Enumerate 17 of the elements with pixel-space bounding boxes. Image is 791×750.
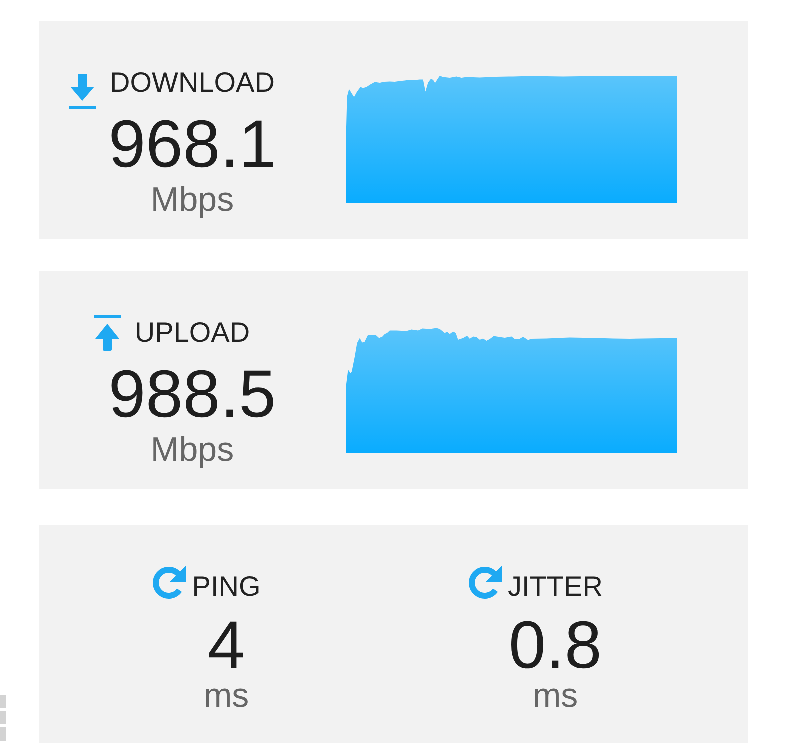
- speed-value: 988.5: [108, 361, 276, 428]
- refresh-icon: [469, 565, 502, 600]
- latency-value: 4: [208, 612, 246, 679]
- upload-icon: [94, 315, 121, 351]
- unit-label: ms: [204, 677, 250, 715]
- metric-label: DOWNLOAD: [110, 67, 275, 99]
- unit-label: Mbps: [150, 431, 234, 469]
- metric-label: UPLOAD: [134, 317, 250, 349]
- speed-value: 968.1: [108, 111, 276, 178]
- metric-label: JITTER: [508, 571, 603, 603]
- unit-label: ms: [532, 677, 578, 715]
- download-icon: [69, 74, 96, 109]
- refresh-icon: [153, 565, 186, 600]
- latency-value: 0.8: [508, 612, 602, 679]
- metric-label: PING: [192, 571, 261, 603]
- grip-icon: [0, 695, 6, 741]
- unit-label: Mbps: [150, 181, 234, 219]
